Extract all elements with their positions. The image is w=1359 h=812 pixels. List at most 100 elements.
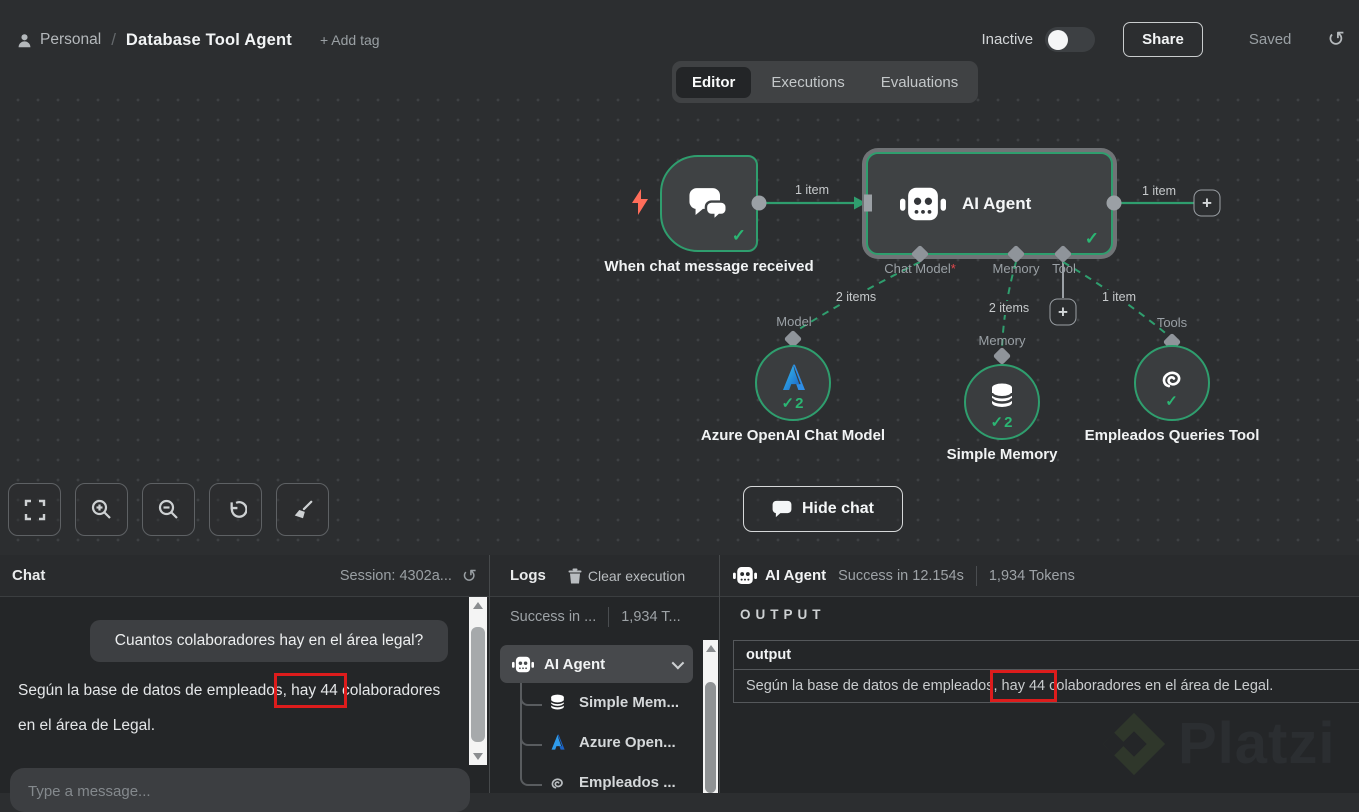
robot-icon (512, 656, 534, 672)
azure-icon (783, 364, 805, 390)
azure-node-label: Azure OpenAI Chat Model (700, 427, 886, 444)
breadcrumb: Personal / Database Tool Agent + Add tag (16, 30, 380, 50)
memory-port[interactable] (992, 346, 1012, 366)
reset-zoom-button[interactable] (209, 483, 262, 536)
port-label-tool: Tool (1052, 261, 1076, 276)
activation-status-label: Inactive (981, 31, 1034, 48)
edge-label: 1 item (1137, 184, 1181, 198)
chat-session-id: Session: 4302a... (339, 567, 452, 584)
user-message: Cuantos colaboradores hay en el área leg… (90, 620, 448, 662)
output-row: Según la base de datos de empleados, hay… (734, 670, 1359, 703)
chat-panel-title: Chat (12, 567, 46, 584)
hide-chat-label: Hide chat (801, 500, 874, 517)
person-icon (18, 33, 31, 47)
add-node-button[interactable]: + (1193, 189, 1221, 217)
azure-icon (551, 734, 565, 750)
output-node-name: AI Agent (765, 567, 827, 584)
run-badge: ✓2 (990, 414, 1014, 431)
share-button[interactable]: Share (1123, 22, 1203, 57)
clear-execution-button[interactable]: Clear execution (568, 568, 685, 584)
logs-tokens: 1,934 T... (621, 609, 681, 625)
output-column-header: output (734, 641, 1359, 670)
scroll-down-arrow[interactable] (473, 753, 483, 760)
tree-connector (520, 683, 542, 786)
chat-scrollbar[interactable] (469, 597, 487, 765)
zoom-out-button[interactable] (142, 483, 195, 536)
add-tag-button[interactable]: + Add tag (320, 32, 380, 48)
project-breadcrumb[interactable]: Personal (16, 31, 101, 49)
trigger-output-handle[interactable] (751, 195, 767, 211)
tab-evaluations[interactable]: Evaluations (865, 67, 975, 98)
node-ai-agent[interactable]: AI Agent ✓ (862, 148, 1117, 259)
highlight-box: , hay 44 (273, 673, 347, 708)
port-label-model: Model (776, 314, 812, 329)
trigger-node-label: When chat message received (604, 258, 814, 275)
tool-spiral-icon (551, 778, 563, 789)
fit-view-icon (24, 499, 45, 520)
chevron-down-icon (671, 656, 685, 669)
memory-node-label: Simple Memory (946, 446, 1058, 463)
agent-node-title: AI Agent (962, 193, 1032, 213)
tool-spiral-icon (1162, 371, 1181, 388)
scroll-up-arrow[interactable] (473, 602, 483, 609)
chat-messages[interactable]: Cuantos colaboradores hay en el área leg… (0, 597, 489, 812)
zoom-out-icon (158, 499, 178, 519)
logs-summary: Success in ... 1,934 T... (490, 597, 719, 637)
activation-toggle[interactable] (1045, 27, 1096, 52)
saved-status: Saved (1248, 31, 1292, 48)
node-azure-openai-chat-model[interactable]: ✓2 (755, 345, 831, 421)
agent-output-handle[interactable] (1106, 195, 1122, 211)
workflow-canvas[interactable]: ✓ When chat message received AI Agent ✓ … (0, 84, 1359, 555)
undo-icon (230, 501, 247, 518)
database-icon (550, 694, 565, 710)
chat-input[interactable]: Type a message... (10, 768, 470, 812)
tab-executions[interactable]: Executions (755, 67, 860, 98)
connection-edges (766, 196, 1194, 349)
edge-label: 2 items (984, 301, 1034, 315)
toggle-knob (1048, 29, 1069, 50)
hide-chat-button[interactable]: Hide chat (743, 486, 903, 532)
port-label-chat-model: Chat Model* (884, 261, 956, 276)
port-label-tools: Tools (1156, 315, 1188, 330)
robot-icon (733, 567, 757, 584)
scroll-thumb[interactable] (705, 682, 716, 793)
port-label-memory: Memory (992, 261, 1040, 276)
port-label-memory-sub: Memory (978, 333, 1026, 348)
tidy-up-button[interactable] (276, 483, 329, 536)
output-tokens: 1,934 Tokens (988, 567, 1075, 584)
logs-tree-empleados[interactable]: Empleados ... (548, 773, 676, 792)
scroll-up-arrow[interactable] (705, 645, 716, 652)
logs-tree-ai-agent[interactable]: AI Agent (500, 645, 693, 683)
run-badge: ✓2 (781, 395, 805, 412)
node-simple-memory[interactable]: ✓2 (964, 364, 1040, 440)
workflow-history-icon[interactable]: ↺ (1327, 29, 1345, 50)
add-tool-button[interactable]: + (1049, 298, 1077, 326)
bot-message: Según la base de datos de empleados, hay… (18, 673, 441, 734)
robot-icon (900, 187, 946, 220)
reset-session-icon[interactable]: ↺ (462, 567, 477, 585)
trigger-bolt-icon (632, 189, 648, 215)
logs-scrollbar[interactable] (703, 640, 718, 793)
scroll-thumb[interactable] (471, 627, 485, 742)
agent-input-handle[interactable] (864, 194, 872, 212)
highlight-box: hay 44 (989, 670, 1058, 702)
zoom-in-button[interactable] (75, 483, 128, 536)
output-section-label: OUTPUT (740, 607, 826, 622)
check-icon: ✓ (1165, 393, 1179, 410)
edge-label: 1 item (790, 183, 834, 197)
logs-tree-simple-memory[interactable]: Simple Mem... (548, 693, 679, 712)
chat-bubbles-icon (689, 187, 728, 223)
logs-tree-azure-openai[interactable]: Azure Open... (548, 733, 676, 752)
node-when-chat-message-received[interactable]: ✓ (660, 155, 758, 252)
fit-view-button[interactable] (8, 483, 61, 536)
logs-status: Success in ... (510, 609, 597, 625)
chat-input-placeholder: Type a message... (28, 783, 151, 800)
project-name: Personal (40, 31, 102, 48)
chat-icon (772, 500, 792, 518)
chat-panel: Chat Session: 4302a... ↺ Cuantos colabor… (0, 555, 490, 812)
required-marker: * (950, 261, 956, 276)
tab-editor[interactable]: Editor (676, 66, 752, 98)
workflow-title[interactable]: Database Tool Agent (126, 31, 292, 50)
output-panel: AI Agent Success in 12.154s 1,934 Tokens… (720, 555, 1359, 793)
node-empleados-queries-tool[interactable]: ✓ (1134, 345, 1210, 421)
